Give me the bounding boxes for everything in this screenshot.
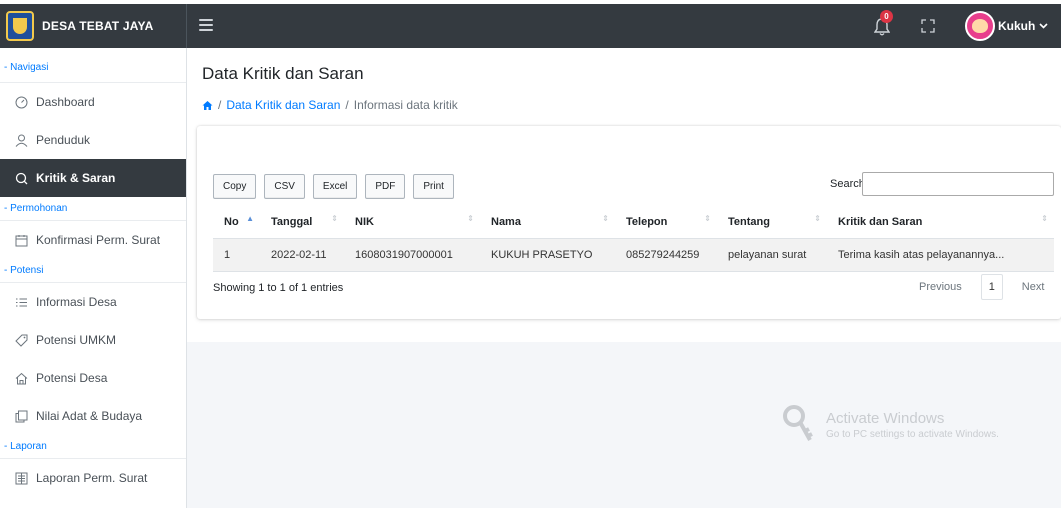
sidebar-item-label: Potensi UMKM — [36, 333, 117, 347]
search-input[interactable] — [862, 172, 1054, 196]
menu-toggle-icon[interactable] — [199, 17, 213, 33]
pagination: Previous 1 Next — [910, 274, 1053, 300]
sidebar-item-nilai-adat[interactable]: Nilai Adat & Budaya — [0, 397, 186, 435]
pdf-button[interactable]: PDF — [365, 174, 406, 199]
column-header-no[interactable]: No ▲ — [213, 206, 260, 239]
sidebar-item-label: Nilai Adat & Budaya — [36, 409, 143, 423]
home-icon[interactable] — [202, 100, 213, 111]
column-header-tanggal[interactable]: Tanggal ⇕ — [260, 206, 344, 239]
sidebar-item-potensi-umkm[interactable]: Potensi UMKM — [0, 321, 186, 359]
calendar-icon — [14, 233, 28, 247]
kritik-table: No ▲ Tanggal ⇕ NIK ⇕ Nama ⇕ Telepon ⇕ Tentang… — [213, 206, 1054, 272]
print-button[interactable]: Print — [413, 174, 454, 199]
page-1-button[interactable]: 1 — [980, 274, 1003, 300]
list-icon — [14, 295, 28, 309]
sidebar-item-label: Potensi Desa — [36, 371, 108, 385]
page-title: Data Kritik dan Saran — [202, 64, 364, 83]
key-icon — [783, 405, 813, 441]
sidebar-item-dashboard[interactable]: Dashboard — [0, 83, 186, 121]
comment-icon — [14, 171, 28, 185]
activate-windows-watermark: Activate Windows Go to PC settings to ac… — [782, 404, 999, 446]
column-header-nama[interactable]: Nama ⇕ — [480, 206, 615, 239]
data-card: Copy CSV Excel PDF Print Search: No ▲ Tan… — [197, 126, 1061, 319]
sidebar-item-informasi-desa[interactable]: Informasi Desa — [0, 283, 186, 321]
column-header-nik[interactable]: NIK ⇕ — [344, 206, 480, 239]
sidebar-item-laporan-surat[interactable]: Laporan Perm. Surat — [0, 459, 186, 497]
cell-no: 1 — [213, 238, 260, 272]
sort-icon: ⇕ — [1041, 214, 1048, 223]
column-header-kritik-saran[interactable]: Kritik dan Saran ⇕ — [827, 206, 1054, 239]
copy-button[interactable]: Copy — [213, 174, 257, 199]
cell-tentang: pelayanan surat — [717, 238, 827, 272]
sidebar-item-label: Laporan Perm. Surat — [36, 471, 148, 485]
user-name-label: Kukuh — [998, 19, 1036, 33]
column-header-telepon[interactable]: Telepon ⇕ — [615, 206, 717, 239]
sidebar-section-permohonan: - Permohonan — [0, 197, 186, 221]
cell-kritik-saran: Terima kasih atas pelayanannya... — [827, 238, 1054, 272]
sort-icon: ⇕ — [331, 214, 338, 223]
breadcrumb-link[interactable]: Data Kritik dan Saran — [226, 98, 340, 112]
village-logo-icon — [6, 11, 34, 41]
sidebar-item-penduduk[interactable]: Penduduk — [0, 121, 186, 159]
home-icon — [14, 371, 28, 385]
sidebar-item-konfirmasi-surat[interactable]: Konfirmasi Perm. Surat — [0, 221, 186, 259]
notification-badge: 0 — [880, 10, 893, 23]
sidebar-item-label: Konfirmasi Perm. Surat — [36, 233, 161, 247]
watermark-subtitle: Go to PC settings to activate Windows. — [826, 429, 999, 440]
sort-icon: ⇕ — [814, 214, 821, 223]
next-button[interactable]: Next — [1013, 281, 1054, 293]
sidebar: - Navigasi Dashboard Penduduk Kritik & S… — [0, 48, 187, 508]
top-navbar: DESA TEBAT JAYA 0 Kukuh — [0, 4, 1061, 48]
watermark-title: Activate Windows — [826, 410, 945, 427]
dashboard-icon — [14, 95, 28, 109]
user-icon — [14, 133, 28, 147]
previous-button[interactable]: Previous — [910, 281, 971, 293]
csv-button[interactable]: CSV — [264, 174, 305, 199]
cell-nama: KUKUH PRASETYO — [480, 238, 615, 272]
copy-icon — [14, 409, 28, 423]
chevron-down-icon — [1039, 23, 1048, 29]
user-avatar[interactable] — [965, 11, 995, 41]
report-icon — [14, 471, 28, 485]
column-header-tentang[interactable]: Tentang ⇕ — [717, 206, 827, 239]
cell-nik: 1608031907000001 — [344, 238, 480, 272]
user-menu[interactable]: Kukuh — [998, 19, 1048, 33]
sort-icon: ⇕ — [602, 214, 609, 223]
sidebar-section-laporan: - Laporan — [0, 435, 186, 459]
sidebar-item-label: Informasi Desa — [36, 295, 117, 309]
sidebar-item-label: Kritik & Saran — [36, 171, 116, 185]
sidebar-item-kritik-saran[interactable]: Kritik & Saran — [0, 159, 186, 197]
sidebar-item-label: Dashboard — [36, 95, 95, 109]
cell-tanggal: 2022-02-11 — [260, 238, 344, 272]
breadcrumb-current: Informasi data kritik — [353, 98, 458, 112]
brand-title: DESA TEBAT JAYA — [42, 19, 154, 33]
sidebar-item-label: Penduduk — [36, 133, 91, 147]
sort-icon: ⇕ — [467, 214, 474, 223]
table-header-row: No ▲ Tanggal ⇕ NIK ⇕ Nama ⇕ Telepon ⇕ Tentang… — [213, 206, 1054, 239]
export-buttons: Copy CSV Excel PDF Print — [213, 174, 454, 199]
sidebar-section-potensi: - Potensi — [0, 259, 186, 283]
tag-icon — [14, 333, 28, 347]
table-row[interactable]: 1 2022-02-11 1608031907000001 KUKUH PRAS… — [213, 238, 1054, 272]
sidebar-item-potensi-desa[interactable]: Potensi Desa — [0, 359, 186, 397]
sidebar-section-navigasi: - Navigasi — [0, 48, 186, 83]
fullscreen-icon[interactable] — [921, 19, 935, 33]
sort-icon: ⇕ — [704, 214, 711, 223]
cell-telepon: 085279244259 — [615, 238, 717, 272]
table-info: Showing 1 to 1 of 1 entries — [213, 282, 344, 294]
sort-asc-icon: ▲ — [246, 214, 254, 223]
breadcrumb: / Data Kritik dan Saran / Informasi data… — [202, 98, 458, 112]
brand[interactable]: DESA TEBAT JAYA — [0, 4, 187, 48]
excel-button[interactable]: Excel — [312, 174, 358, 199]
